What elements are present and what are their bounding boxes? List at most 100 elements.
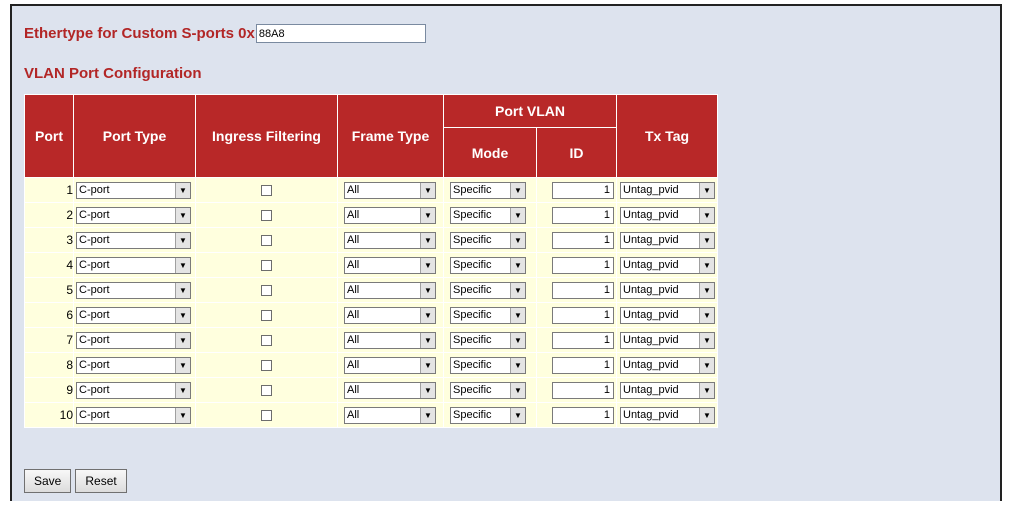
ingress-filtering-checkbox[interactable] xyxy=(261,234,272,246)
frame-type-select[interactable]: All ▼ xyxy=(344,256,436,274)
chevron-down-icon[interactable]: ▼ xyxy=(510,282,525,298)
tx-tag-select[interactable]: Untag_pvid ▼ xyxy=(620,231,715,249)
frame-type-select[interactable]: All ▼ xyxy=(344,306,436,324)
chevron-down-icon[interactable]: ▼ xyxy=(699,382,714,398)
chevron-down-icon[interactable]: ▼ xyxy=(510,307,525,323)
chevron-down-icon[interactable]: ▼ xyxy=(510,407,525,423)
chevron-down-icon[interactable]: ▼ xyxy=(510,207,525,223)
ingress-filtering-checkbox[interactable] xyxy=(261,334,272,346)
chevron-down-icon[interactable]: ▼ xyxy=(420,357,435,373)
mode-select[interactable]: Specific ▼ xyxy=(450,256,526,274)
mode-select[interactable]: Specific ▼ xyxy=(450,331,526,349)
frame-type-select[interactable]: All ▼ xyxy=(344,406,436,424)
chevron-down-icon[interactable]: ▼ xyxy=(699,257,714,273)
ingress-filtering-checkbox[interactable] xyxy=(261,384,272,396)
chevron-down-icon[interactable]: ▼ xyxy=(699,357,714,373)
tx-tag-select[interactable]: Untag_pvid ▼ xyxy=(620,256,715,274)
save-button[interactable]: Save xyxy=(24,469,72,493)
frame-type-select[interactable]: All ▼ xyxy=(344,331,436,349)
port-type-select[interactable]: C-port ▼ xyxy=(76,181,191,199)
frame-type-select[interactable]: All ▼ xyxy=(344,231,436,249)
reset-button[interactable]: Reset xyxy=(75,469,127,493)
chevron-down-icon[interactable]: ▼ xyxy=(175,357,190,373)
ethertype-input[interactable] xyxy=(255,24,426,43)
mode-select[interactable]: Specific ▼ xyxy=(450,406,526,424)
mode-select[interactable]: Specific ▼ xyxy=(450,181,526,199)
chevron-down-icon[interactable]: ▼ xyxy=(510,332,525,348)
port-type-select[interactable]: C-port ▼ xyxy=(76,231,191,249)
chevron-down-icon[interactable]: ▼ xyxy=(699,407,714,423)
chevron-down-icon[interactable]: ▼ xyxy=(175,332,190,348)
chevron-down-icon[interactable]: ▼ xyxy=(175,307,190,323)
chevron-down-icon[interactable]: ▼ xyxy=(175,407,190,423)
ingress-filtering-checkbox[interactable] xyxy=(261,209,272,221)
chevron-down-icon[interactable]: ▼ xyxy=(699,282,714,298)
ingress-filtering-checkbox[interactable] xyxy=(261,309,272,321)
chevron-down-icon[interactable]: ▼ xyxy=(175,382,190,398)
chevron-down-icon[interactable]: ▼ xyxy=(699,232,714,248)
mode-select[interactable]: Specific ▼ xyxy=(450,231,526,249)
vlan-id-input[interactable]: 1 xyxy=(552,381,614,399)
ingress-filtering-checkbox[interactable] xyxy=(261,284,272,296)
vlan-id-input[interactable]: 1 xyxy=(552,231,614,249)
mode-select[interactable]: Specific ▼ xyxy=(450,281,526,299)
port-type-select[interactable]: C-port ▼ xyxy=(76,206,191,224)
chevron-down-icon[interactable]: ▼ xyxy=(420,332,435,348)
tx-tag-select[interactable]: Untag_pvid ▼ xyxy=(620,181,715,199)
ingress-filtering-checkbox[interactable] xyxy=(261,259,272,271)
chevron-down-icon[interactable]: ▼ xyxy=(510,382,525,398)
ingress-filtering-checkbox[interactable] xyxy=(261,409,272,421)
vlan-id-input[interactable]: 1 xyxy=(552,406,614,424)
mode-select[interactable]: Specific ▼ xyxy=(450,356,526,374)
tx-tag-select[interactable]: Untag_pvid ▼ xyxy=(620,381,715,399)
vlan-id-input[interactable]: 1 xyxy=(552,281,614,299)
tx-tag-select[interactable]: Untag_pvid ▼ xyxy=(620,306,715,324)
chevron-down-icon[interactable]: ▼ xyxy=(420,382,435,398)
tx-tag-select[interactable]: Untag_pvid ▼ xyxy=(620,281,715,299)
chevron-down-icon[interactable]: ▼ xyxy=(420,282,435,298)
chevron-down-icon[interactable]: ▼ xyxy=(175,232,190,248)
chevron-down-icon[interactable]: ▼ xyxy=(510,257,525,273)
chevron-down-icon[interactable]: ▼ xyxy=(699,332,714,348)
port-type-select[interactable]: C-port ▼ xyxy=(76,331,191,349)
chevron-down-icon[interactable]: ▼ xyxy=(175,282,190,298)
chevron-down-icon[interactable]: ▼ xyxy=(699,207,714,223)
mode-select[interactable]: Specific ▼ xyxy=(450,206,526,224)
chevron-down-icon[interactable]: ▼ xyxy=(699,182,714,198)
tx-tag-select[interactable]: Untag_pvid ▼ xyxy=(620,206,715,224)
chevron-down-icon[interactable]: ▼ xyxy=(175,182,190,198)
chevron-down-icon[interactable]: ▼ xyxy=(510,182,525,198)
chevron-down-icon[interactable]: ▼ xyxy=(510,357,525,373)
chevron-down-icon[interactable]: ▼ xyxy=(420,257,435,273)
chevron-down-icon[interactable]: ▼ xyxy=(420,182,435,198)
tx-tag-select[interactable]: Untag_pvid ▼ xyxy=(620,331,715,349)
chevron-down-icon[interactable]: ▼ xyxy=(420,307,435,323)
vlan-id-input[interactable]: 1 xyxy=(552,206,614,224)
frame-type-select[interactable]: All ▼ xyxy=(344,281,436,299)
port-type-select[interactable]: C-port ▼ xyxy=(76,406,191,424)
frame-type-select[interactable]: All ▼ xyxy=(344,356,436,374)
frame-type-select[interactable]: All ▼ xyxy=(344,181,436,199)
port-type-select[interactable]: C-port ▼ xyxy=(76,281,191,299)
chevron-down-icon[interactable]: ▼ xyxy=(510,232,525,248)
vlan-id-input[interactable]: 1 xyxy=(552,306,614,324)
vlan-id-input[interactable]: 1 xyxy=(552,181,614,199)
vlan-id-input[interactable]: 1 xyxy=(552,256,614,274)
tx-tag-select[interactable]: Untag_pvid ▼ xyxy=(620,406,715,424)
ingress-filtering-checkbox[interactable] xyxy=(261,359,272,371)
frame-type-select[interactable]: All ▼ xyxy=(344,381,436,399)
ingress-filtering-checkbox[interactable] xyxy=(261,184,272,196)
vlan-id-input[interactable]: 1 xyxy=(552,356,614,374)
chevron-down-icon[interactable]: ▼ xyxy=(175,207,190,223)
chevron-down-icon[interactable]: ▼ xyxy=(420,232,435,248)
frame-type-select[interactable]: All ▼ xyxy=(344,206,436,224)
port-type-select[interactable]: C-port ▼ xyxy=(76,381,191,399)
chevron-down-icon[interactable]: ▼ xyxy=(420,407,435,423)
port-type-select[interactable]: C-port ▼ xyxy=(76,256,191,274)
chevron-down-icon[interactable]: ▼ xyxy=(420,207,435,223)
chevron-down-icon[interactable]: ▼ xyxy=(175,257,190,273)
vlan-id-input[interactable]: 1 xyxy=(552,331,614,349)
mode-select[interactable]: Specific ▼ xyxy=(450,306,526,324)
mode-select[interactable]: Specific ▼ xyxy=(450,381,526,399)
tx-tag-select[interactable]: Untag_pvid ▼ xyxy=(620,356,715,374)
